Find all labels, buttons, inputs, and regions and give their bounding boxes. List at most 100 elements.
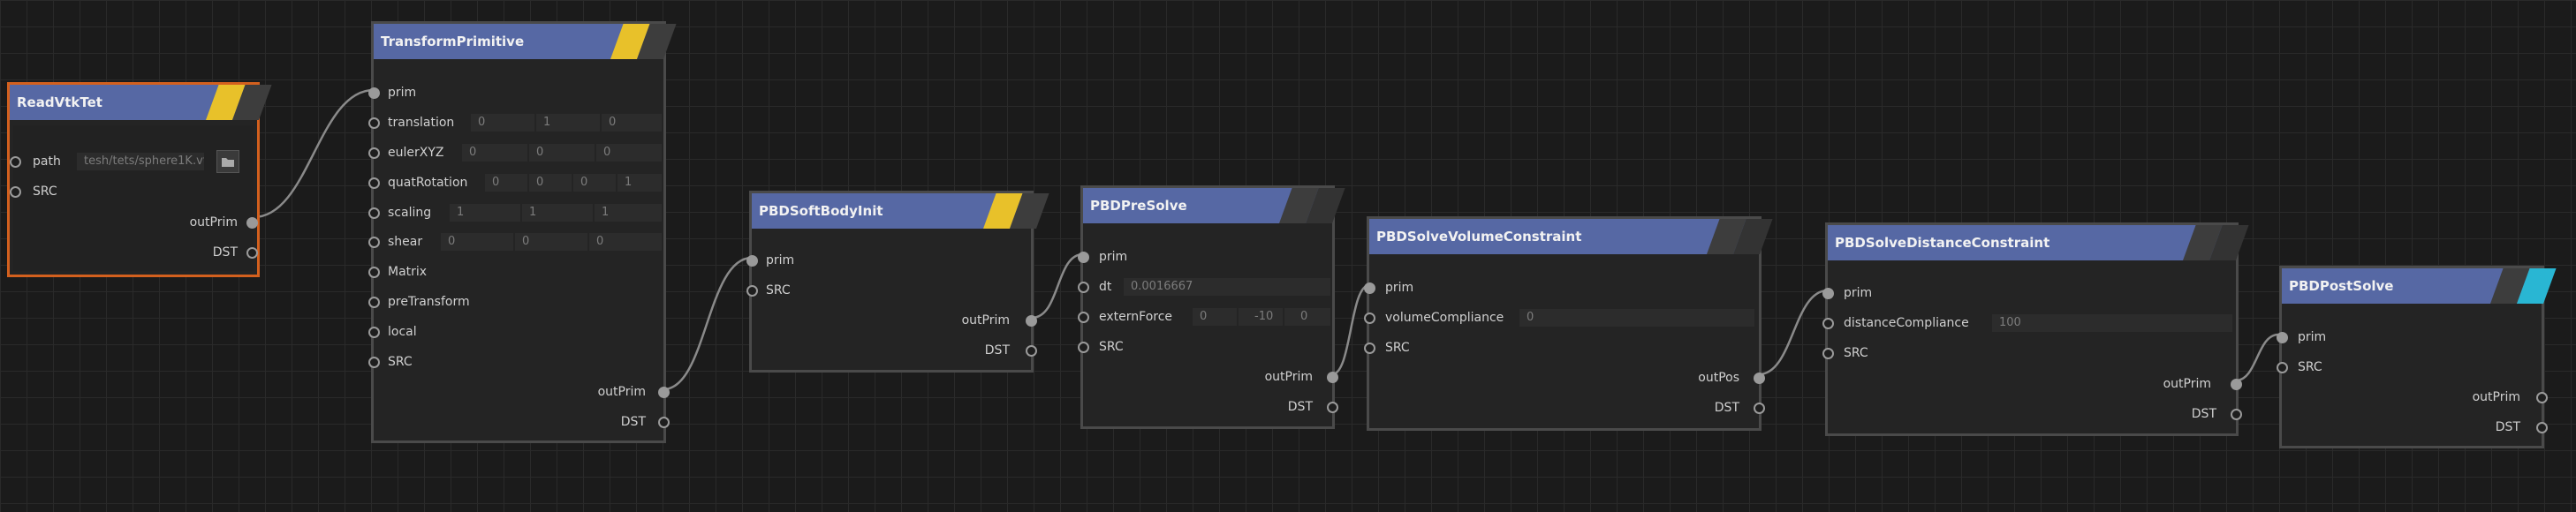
- input-socket-src[interactable]: [746, 285, 758, 297]
- output-socket-dst[interactable]: [2231, 409, 2242, 420]
- output-socket-outprim[interactable]: [2536, 392, 2548, 403]
- input-socket-distancecompliance[interactable]: [1822, 318, 1834, 329]
- scaling-z-field[interactable]: 1: [595, 204, 662, 222]
- input-socket-src[interactable]: [2277, 362, 2288, 373]
- output-socket-outprim[interactable]: [2231, 379, 2242, 390]
- output-socket-dst[interactable]: [658, 417, 670, 428]
- output-label-dst: DST: [212, 245, 238, 260]
- node-pbdsolvevolumeconstraint[interactable]: PBDSolveVolumeConstraint prim volumeComp…: [1364, 216, 1773, 431]
- input-socket-src[interactable]: [368, 357, 380, 368]
- wire-readvtktet-to-transform[interactable]: [253, 88, 375, 219]
- output-socket-dst[interactable]: [246, 247, 258, 259]
- node-title: PBDSolveVolumeConstraint: [1376, 229, 1582, 245]
- dt-field[interactable]: 0.0016667: [1124, 278, 1330, 296]
- externforce-z-field[interactable]: 0: [1284, 308, 1330, 326]
- output-socket-outprim[interactable]: [1327, 372, 1338, 383]
- node-pbdpresolve[interactable]: PBDPreSolve prim dt 0.0016667 externForc…: [1078, 185, 1345, 429]
- input-socket-prim[interactable]: [746, 255, 758, 267]
- input-socket-eulerxyz[interactable]: [368, 147, 380, 159]
- param-label-prim: prim: [1385, 281, 1414, 295]
- wire-distance-to-postsolve[interactable]: [2235, 333, 2279, 382]
- output-socket-outprim[interactable]: [658, 387, 670, 398]
- input-socket-externforce[interactable]: [1078, 312, 1089, 323]
- param-label-prim: prim: [1844, 286, 1873, 300]
- output-socket-outprim[interactable]: [1026, 315, 1037, 327]
- input-socket-prim[interactable]: [1822, 288, 1834, 299]
- node-title: PBDSolveDistanceConstraint: [1835, 235, 2050, 251]
- output-socket-outprim[interactable]: [246, 217, 258, 229]
- wire-volume-to-distance[interactable]: [1758, 289, 1829, 376]
- input-socket-matrix[interactable]: [368, 267, 380, 278]
- node-pbdsoftbodyinit[interactable]: PBDSoftBodyInit prim SRC outPrim DST: [746, 191, 1049, 373]
- output-label-dst: DST: [620, 415, 646, 429]
- param-label-path: path: [33, 154, 61, 169]
- input-socket-path[interactable]: [10, 156, 21, 168]
- wire-softbodyinit-to-presolve[interactable]: [1031, 252, 1084, 320]
- node-header[interactable]: ReadVtkTet: [10, 85, 272, 120]
- param-label-quatrotation: quatRotation: [388, 176, 468, 190]
- output-label-dst: DST: [984, 343, 1010, 358]
- translation-y-field[interactable]: 1: [536, 114, 600, 132]
- euler-z-field[interactable]: 0: [596, 144, 662, 162]
- quat-z-field[interactable]: 0: [573, 174, 616, 192]
- input-socket-volumecompliance[interactable]: [1364, 312, 1375, 324]
- scaling-y-field[interactable]: 1: [522, 204, 593, 222]
- input-socket-src[interactable]: [1364, 343, 1375, 354]
- output-socket-outpos[interactable]: [1754, 373, 1765, 384]
- input-socket-local[interactable]: [368, 327, 380, 338]
- input-socket-src[interactable]: [1822, 348, 1834, 359]
- output-socket-dst[interactable]: [1754, 403, 1765, 414]
- param-label-matrix: Matrix: [388, 265, 428, 279]
- path-field[interactable]: tesh/tets/sphere1K.vtk: [77, 153, 204, 170]
- shear-x-field[interactable]: 0: [441, 233, 513, 251]
- node-readvtktet[interactable]: ReadVtkTet path tesh/tets/sphere1K.vtk S…: [7, 82, 272, 277]
- input-socket-pretransform[interactable]: [368, 297, 380, 308]
- node-header[interactable]: PBDSoftBodyInit: [752, 193, 1049, 229]
- param-label-eulerxyz: eulerXYZ: [388, 146, 444, 160]
- translation-x-field[interactable]: 0: [471, 114, 534, 132]
- distancecompliance-field[interactable]: 100: [1992, 314, 2232, 332]
- output-label-outprim: outPrim: [961, 313, 1010, 328]
- node-pbdpostsolve[interactable]: PBDPostSolve prim SRC outPrim DST: [2277, 266, 2557, 448]
- output-label-outprim: outPrim: [2472, 390, 2520, 404]
- input-socket-shear[interactable]: [368, 237, 380, 248]
- input-socket-translation[interactable]: [368, 117, 380, 129]
- volumecompliance-field[interactable]: 0: [1519, 309, 1754, 327]
- output-socket-dst[interactable]: [1026, 345, 1037, 357]
- euler-y-field[interactable]: 0: [529, 144, 595, 162]
- input-socket-scaling[interactable]: [368, 207, 380, 219]
- input-socket-prim[interactable]: [1364, 282, 1375, 294]
- output-socket-dst[interactable]: [1327, 402, 1338, 413]
- node-pbdsolvedistanceconstraint[interactable]: PBDSolveDistanceConstraint prim distance…: [1822, 222, 2249, 436]
- input-socket-prim[interactable]: [368, 87, 380, 99]
- folder-icon[interactable]: [216, 150, 239, 173]
- quat-y-field[interactable]: 0: [529, 174, 572, 192]
- node-header[interactable]: PBDSolveVolumeConstraint: [1369, 219, 1773, 254]
- input-socket-src[interactable]: [10, 186, 21, 198]
- wire-transform-to-softbodyinit[interactable]: [663, 256, 753, 391]
- shear-z-field[interactable]: 0: [589, 233, 662, 251]
- wire-presolve-to-volume[interactable]: [1331, 283, 1370, 376]
- node-header[interactable]: TransformPrimitive: [374, 24, 677, 59]
- output-socket-dst[interactable]: [2536, 422, 2548, 433]
- scaling-x-field[interactable]: 1: [450, 204, 520, 222]
- input-socket-src[interactable]: [1078, 342, 1089, 353]
- input-socket-dt[interactable]: [1078, 282, 1089, 293]
- euler-x-field[interactable]: 0: [462, 144, 527, 162]
- param-label-src: SRC: [33, 184, 57, 199]
- node-transformprimitive[interactable]: TransformPrimitive prim translation 0 1 …: [368, 21, 677, 443]
- node-header[interactable]: PBDPreSolve: [1083, 188, 1345, 223]
- input-socket-prim[interactable]: [2277, 332, 2288, 343]
- quat-w-field[interactable]: 1: [617, 174, 662, 192]
- param-label-prim: prim: [1099, 250, 1128, 264]
- input-socket-quatrotation[interactable]: [368, 177, 380, 189]
- input-socket-prim[interactable]: [1078, 252, 1089, 263]
- node-header[interactable]: PBDSolveDistanceConstraint: [1828, 225, 2249, 260]
- externforce-y-field[interactable]: -10: [1239, 308, 1283, 326]
- externforce-x-field[interactable]: 0: [1193, 308, 1237, 326]
- node-header[interactable]: PBDPostSolve: [2282, 268, 2557, 304]
- shear-y-field[interactable]: 0: [515, 233, 587, 251]
- quat-x-field[interactable]: 0: [485, 174, 527, 192]
- param-label-src: SRC: [1099, 340, 1124, 354]
- translation-z-field[interactable]: 0: [602, 114, 662, 132]
